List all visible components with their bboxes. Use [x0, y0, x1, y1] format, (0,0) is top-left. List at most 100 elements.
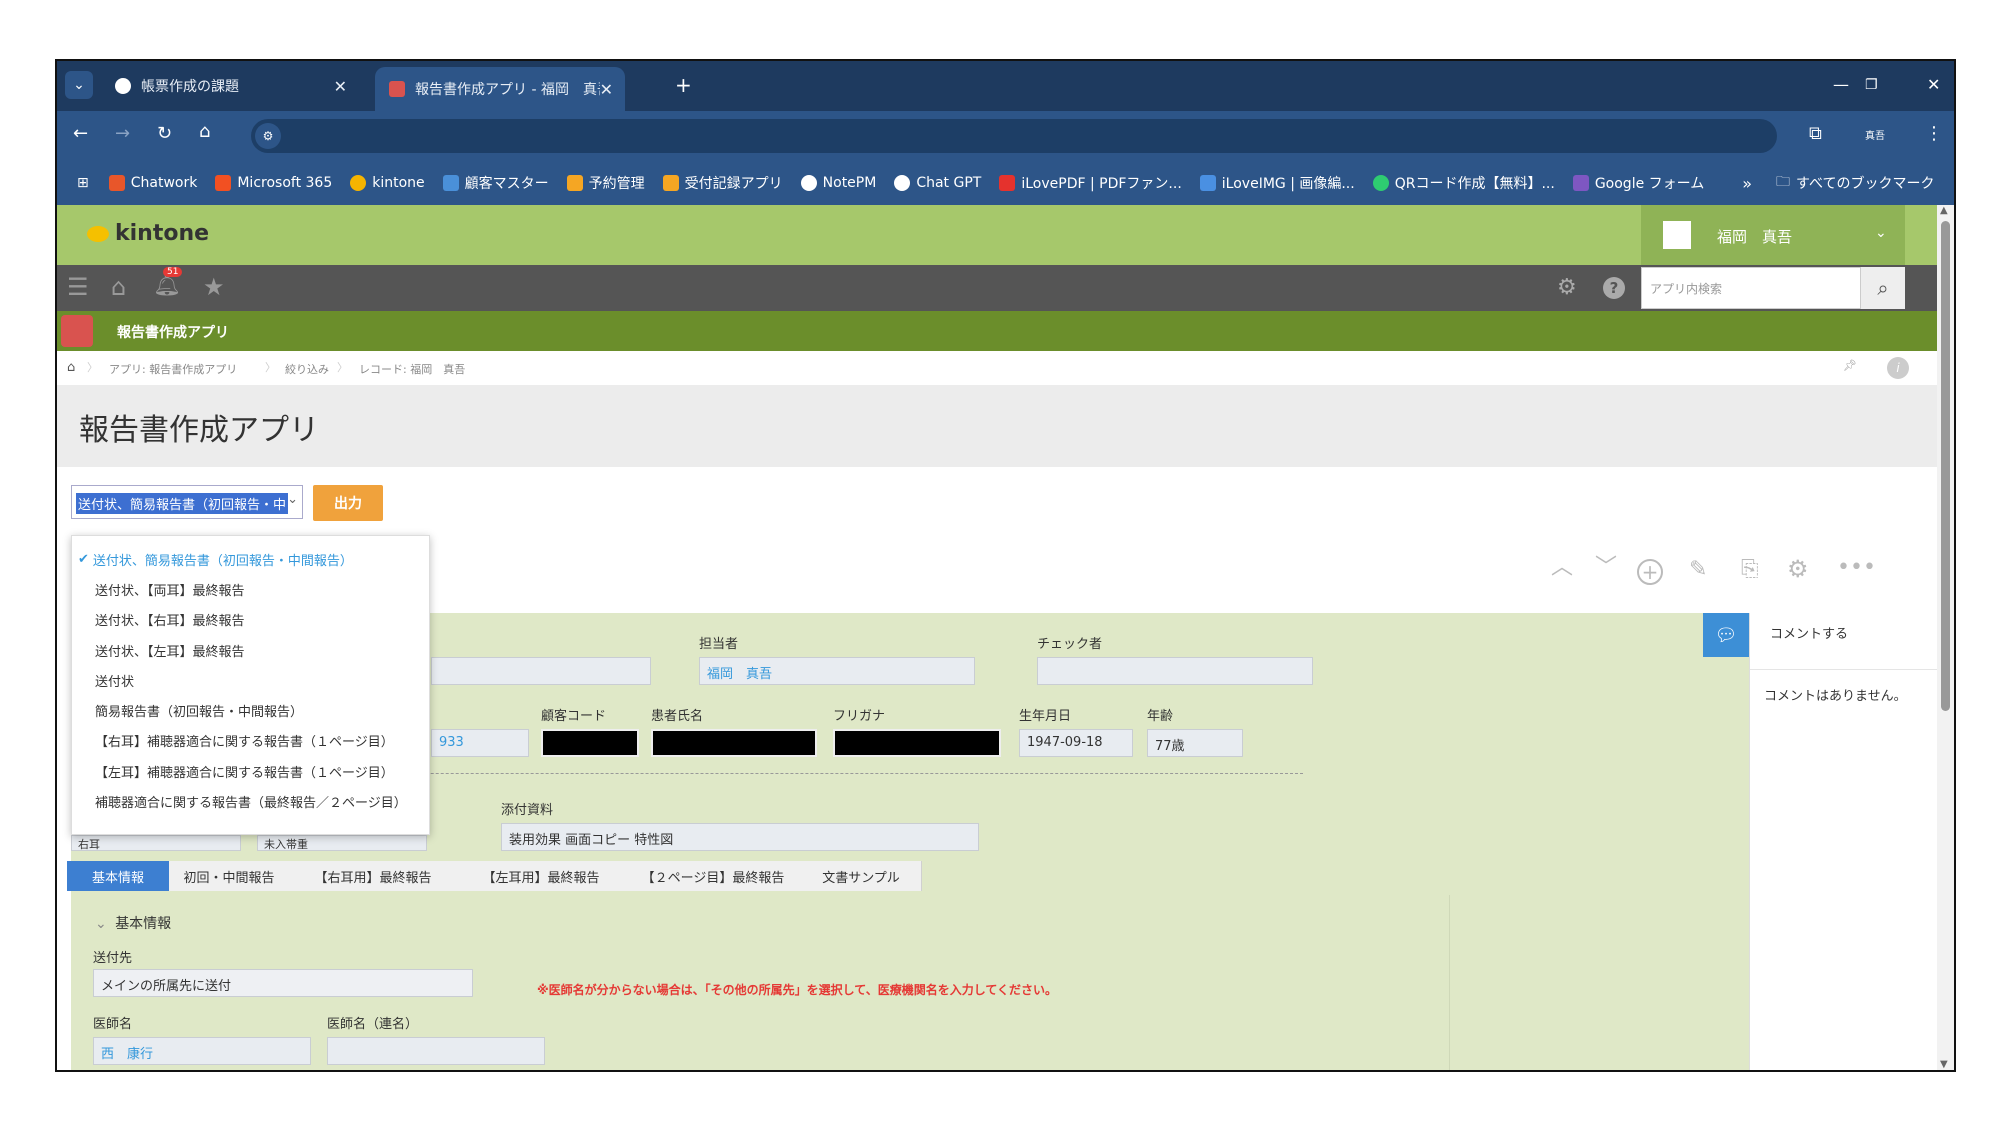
bookmark-label: 予約管理: [588, 176, 645, 192]
new-tab-button[interactable]: +: [675, 73, 692, 97]
user-menu[interactable]: 福岡 真吾 ⌄: [1641, 205, 1905, 265]
more-icon[interactable]: •••: [1837, 555, 1876, 580]
tab-right-ear[interactable]: 【右耳用】最終報告: [289, 861, 458, 891]
site-info-icon[interactable]: ⚙: [255, 123, 281, 149]
section-header[interactable]: ⌄ 基本情報: [95, 913, 171, 933]
scroll-thumb[interactable]: [1941, 221, 1950, 711]
bookmark-kintone[interactable]: kintone: [350, 175, 425, 191]
send-to-select[interactable]: メインの所属先に送付: [93, 969, 473, 997]
home-icon[interactable]: ⌂: [199, 121, 210, 142]
dropdown-option[interactable]: 送付状: [72, 665, 429, 695]
kintone-logo[interactable]: kintone: [87, 221, 209, 246]
checker-field[interactable]: [1037, 657, 1313, 685]
scroll-down-icon[interactable]: ▼: [1940, 1059, 1948, 1070]
copy-icon[interactable]: ⎘: [1741, 557, 1759, 582]
info-icon[interactable]: i: [1887, 357, 1909, 379]
minimize-icon[interactable]: —: [1833, 75, 1849, 94]
tab-label: 【左耳用】最終報告: [482, 870, 600, 886]
address-bar[interactable]: ⚙: [251, 119, 1777, 153]
scrollbar[interactable]: ▲ ▼: [1937, 205, 1954, 1070]
doctor-value[interactable]: 西 康行: [101, 1047, 153, 1062]
bookmark-chatgpt[interactable]: Chat GPT: [894, 175, 981, 191]
tab-list-button[interactable]: ⌄: [65, 71, 93, 99]
doctor-alt-field[interactable]: [327, 1037, 545, 1065]
apps-icon[interactable]: ⊞: [77, 175, 89, 191]
tab-initial-report[interactable]: 初回・中間報告: [169, 861, 290, 891]
tab-2[interactable]: 報告書作成アプリ - 福岡 真吾 ✕: [375, 67, 625, 111]
all-bookmarks-label: すべてのブックマーク: [1796, 176, 1935, 192]
dropdown-option[interactable]: 【左耳】補聴器適合に関する報告書（１ページ目）: [72, 756, 429, 786]
reload-icon[interactable]: ↻: [157, 123, 172, 144]
bookmark-reservation[interactable]: 予約管理: [566, 173, 645, 193]
comment-icon[interactable]: 💬︎: [1703, 613, 1749, 657]
bookmark-customer-master[interactable]: 顧客マスター: [442, 173, 549, 193]
edit-icon[interactable]: ✎: [1689, 557, 1707, 582]
bookmark-chatwork[interactable]: Chatwork: [108, 175, 197, 191]
dropdown-option[interactable]: 簡易報告書（初回報告・中間報告）: [72, 695, 429, 725]
bookmark-iloveimg[interactable]: iLoveIMG | 画像編...: [1199, 173, 1355, 193]
help-icon[interactable]: ?: [1603, 277, 1625, 299]
tantousha-field[interactable]: 福岡 真吾: [699, 657, 975, 685]
dropdown-option[interactable]: 送付状、【右耳】最終報告: [72, 605, 429, 635]
age-value: 77歳: [1155, 739, 1185, 754]
next-record-icon[interactable]: ﹀: [1595, 549, 1617, 581]
qr-icon: [1372, 175, 1389, 191]
tab-page-2[interactable]: 【２ページ目】最終報告: [625, 861, 802, 891]
prev-record-icon[interactable]: ︿: [1551, 549, 1573, 581]
tab-basic-info[interactable]: 基本情報: [67, 861, 170, 891]
search-icon[interactable]: ⌕: [1861, 267, 1905, 309]
menu-hamburger-icon[interactable]: ☰: [67, 273, 89, 301]
back-icon[interactable]: ←: [73, 123, 88, 144]
restore-icon[interactable]: ❐: [1865, 77, 1878, 93]
bookmark-google-forms[interactable]: Google フォーム: [1572, 173, 1704, 193]
app-search-input[interactable]: アプリ内検索: [1641, 267, 1861, 309]
add-record-icon[interactable]: +: [1637, 559, 1663, 585]
bookmarks-overflow[interactable]: »: [1742, 174, 1752, 193]
favorites-icon[interactable]: ★: [203, 273, 225, 301]
close-window-icon[interactable]: ✕: [1927, 75, 1940, 94]
app-bar-title[interactable]: 報告書作成アプリ: [117, 322, 229, 342]
menu-icon[interactable]: ⋮: [1925, 123, 1943, 144]
chevron-down-icon: ⌄: [95, 916, 107, 932]
all-bookmarks[interactable]: 🗀 すべてのブックマーク: [1776, 171, 1934, 195]
doctor-field[interactable]: 西 康行: [93, 1037, 311, 1065]
report-type-select[interactable]: 送付状、簡易報告書（初回報告・中 ⌄: [71, 485, 303, 519]
breadcrumb-app[interactable]: アプリ: 報告書作成アプリ: [109, 361, 237, 377]
close-icon[interactable]: ✕: [600, 80, 613, 99]
home-icon[interactable]: ⌂: [111, 273, 126, 301]
bookmark-notepm[interactable]: NotePM: [800, 175, 876, 191]
customer-id-partial[interactable]: 933: [439, 735, 464, 750]
bookmark-reception[interactable]: 受付記録アプリ: [662, 173, 783, 193]
pin-icon[interactable]: 📌︎: [1843, 359, 1857, 372]
birth-value: 1947-09-18: [1027, 735, 1103, 750]
bookmark-qrcode[interactable]: QRコード作成【無料】...: [1372, 173, 1555, 193]
profile-avatar[interactable]: 真吾: [1865, 127, 1885, 142]
search-placeholder: アプリ内検索: [1650, 282, 1723, 296]
dropdown-option[interactable]: 補聴器適合に関する報告書（最終報告／２ページ目）: [72, 786, 429, 816]
bookmark-microsoft365[interactable]: Microsoft 365: [215, 175, 332, 191]
user-avatar: [1663, 221, 1691, 249]
dropdown-option[interactable]: 【右耳】補聴器適合に関する報告書（１ページ目）: [72, 726, 429, 756]
tantousha-value[interactable]: 福岡 真吾: [707, 667, 772, 682]
chevron-down-icon: ⌄: [287, 492, 298, 507]
dropdown-option[interactable]: 送付状、【両耳】最終報告: [72, 574, 429, 604]
forward-icon[interactable]: →: [115, 123, 130, 144]
kana-label: フリガナ: [833, 709, 886, 724]
tab-sample[interactable]: 文書サンプル: [801, 861, 922, 891]
extensions-icon[interactable]: ⧉: [1809, 123, 1822, 144]
close-icon[interactable]: ✕: [334, 77, 347, 96]
tab-left-ear[interactable]: 【左耳用】最終報告: [457, 861, 626, 891]
settings-icon[interactable]: ⚙: [1557, 275, 1577, 300]
output-button[interactable]: 出力: [313, 485, 383, 521]
dropdown-option[interactable]: 送付状、【左耳】最終報告: [72, 635, 429, 665]
gear-icon[interactable]: ⚙: [1787, 555, 1809, 583]
breadcrumb-filter[interactable]: 絞り込み: [285, 361, 329, 377]
kintone-app-icon: [389, 81, 405, 97]
tab-1[interactable]: 帳票作成の課題 ✕: [101, 69, 359, 103]
comment-button[interactable]: コメントする: [1770, 623, 1848, 642]
dropdown-option[interactable]: ✔ 送付状、簡易報告書（初回報告・中間報告）: [72, 544, 429, 574]
tab-label: 【右耳用】最終報告: [314, 870, 432, 886]
bookmark-ilovepdf[interactable]: iLovePDF | PDFファン...: [999, 173, 1182, 193]
home-icon[interactable]: ⌂: [67, 360, 75, 375]
scroll-up-icon[interactable]: ▲: [1940, 205, 1948, 216]
